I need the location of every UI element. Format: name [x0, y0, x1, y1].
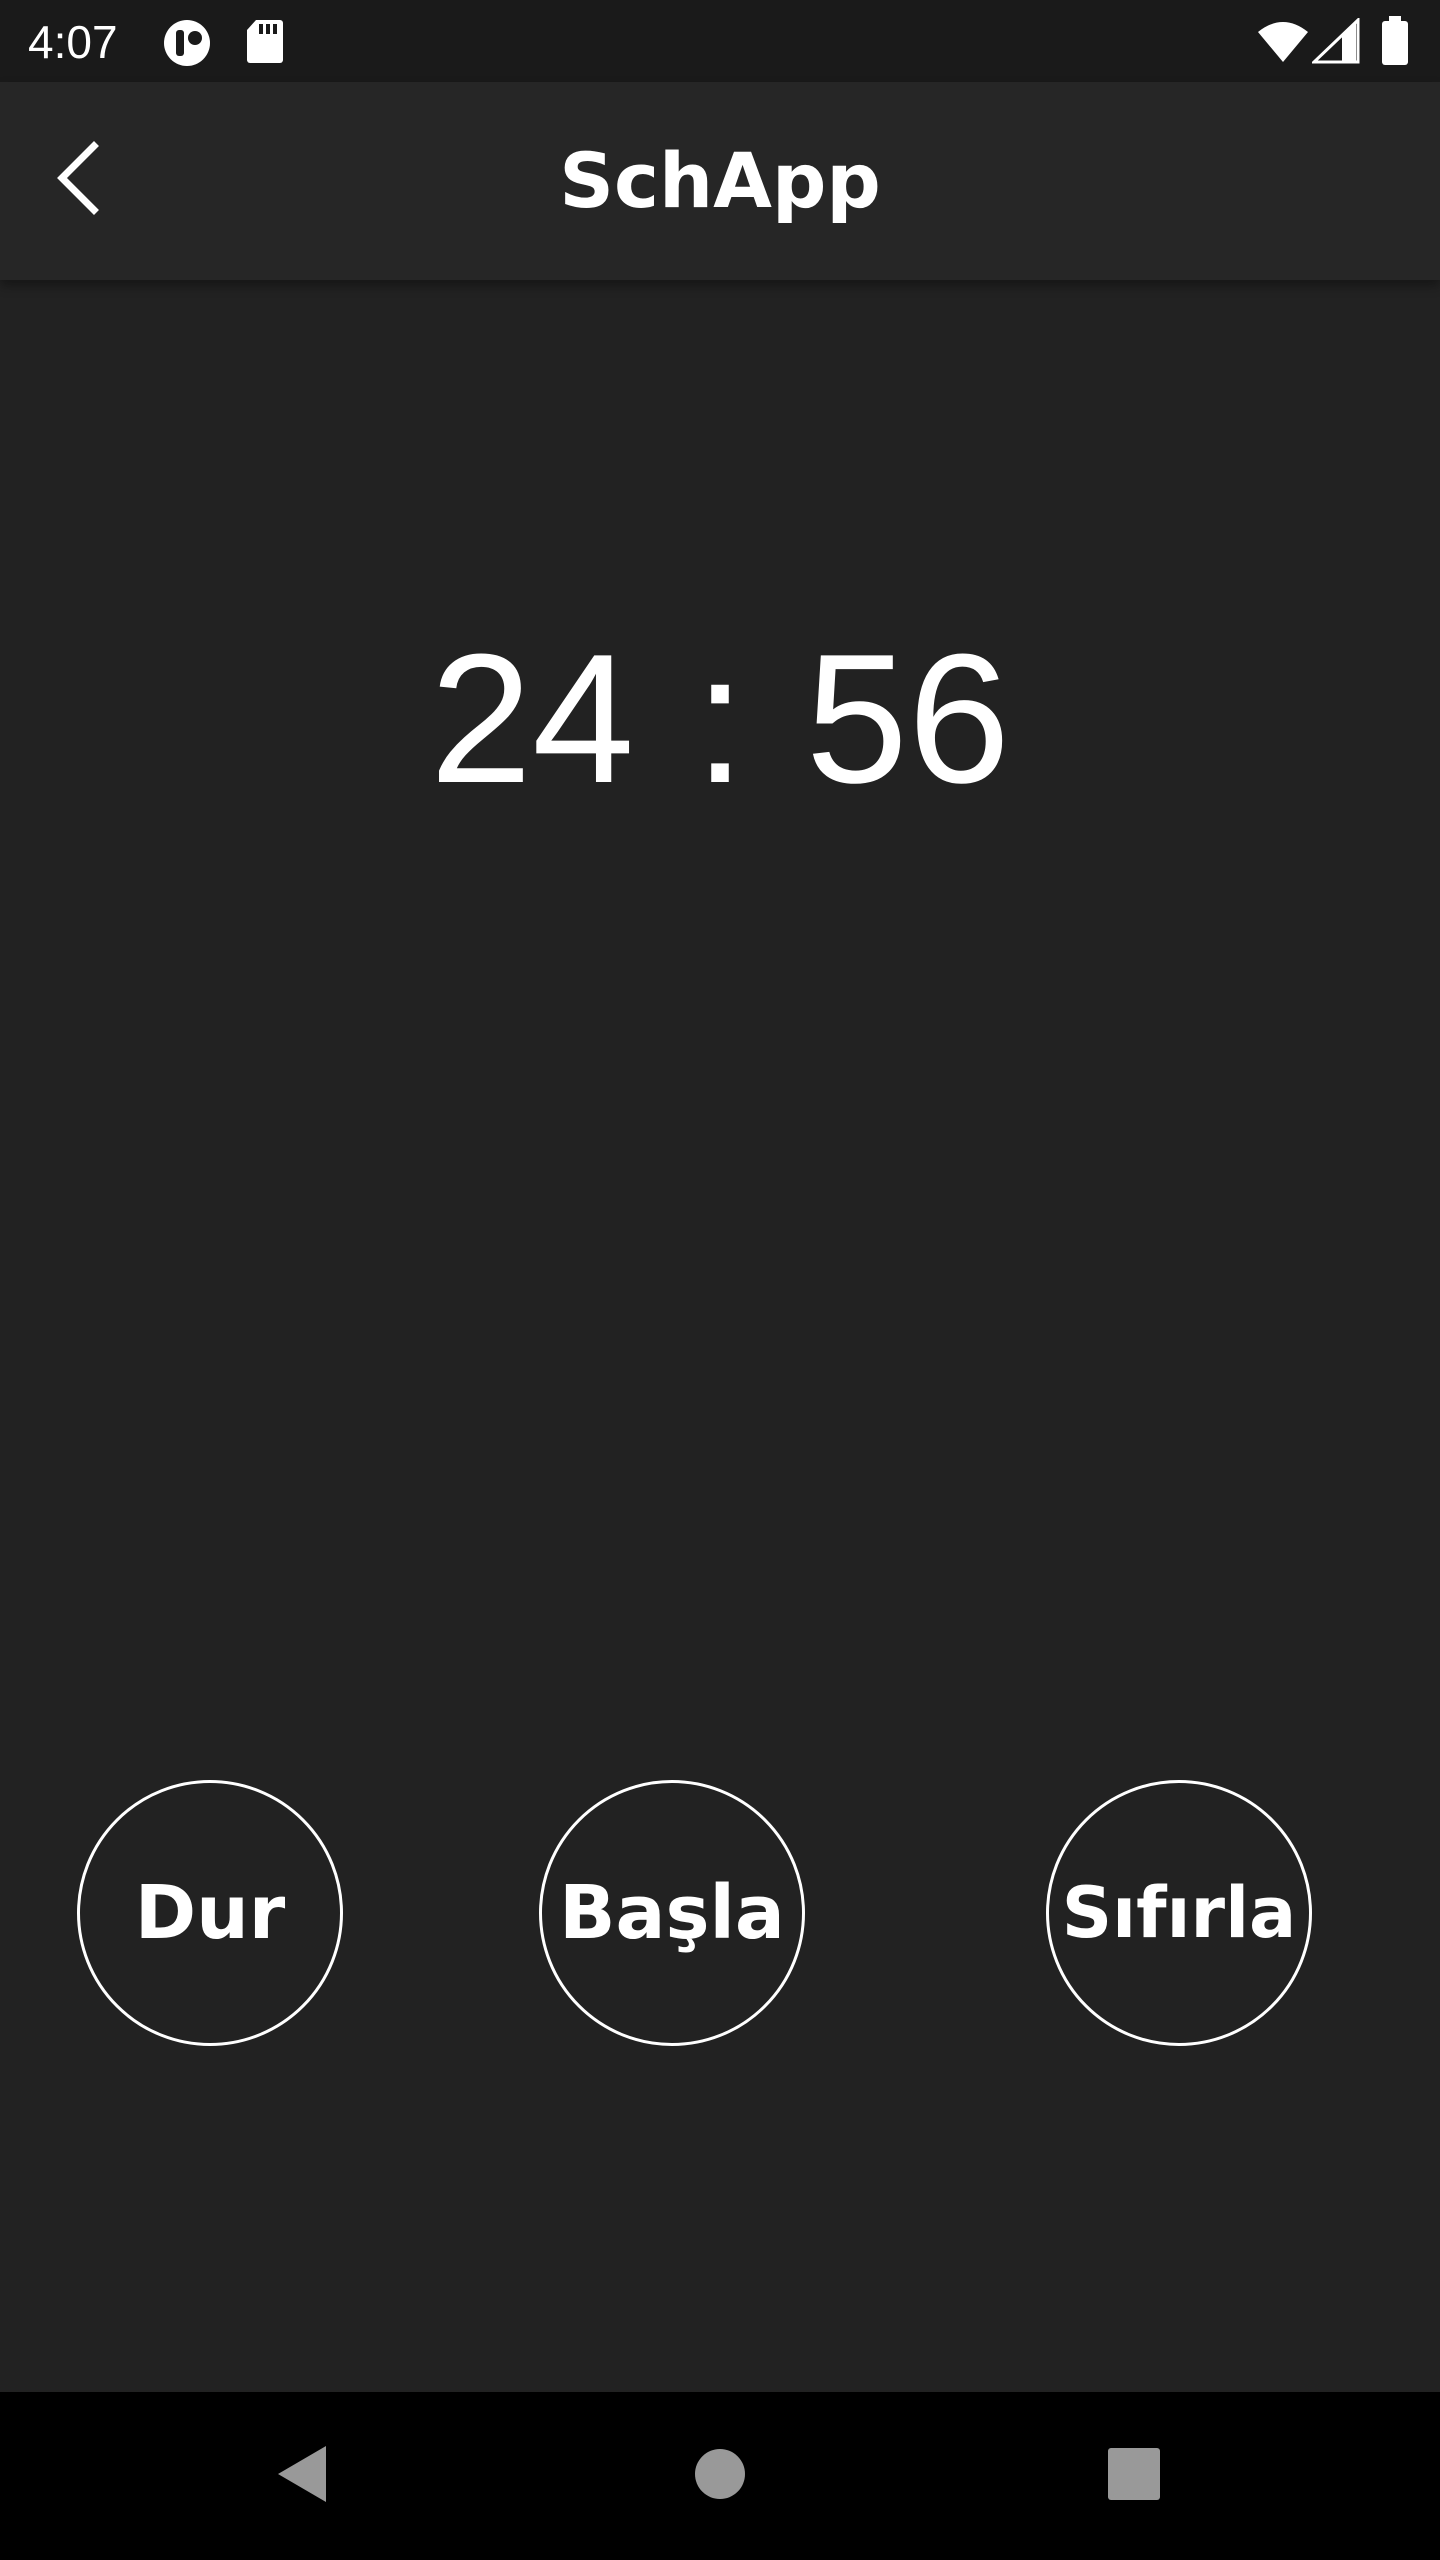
stop-button[interactable]: Dur	[77, 1780, 343, 2046]
start-button[interactable]: Başla	[539, 1780, 805, 2046]
status-time: 4:07	[28, 16, 118, 68]
timer-seconds: 56	[805, 615, 1011, 821]
timer-minutes: 24	[429, 615, 635, 821]
status-bar: 4:07	[0, 0, 1440, 82]
timer-display: 24 : 56	[0, 608, 1440, 828]
app-bar: SchApp	[0, 82, 1440, 280]
battery-icon	[1380, 16, 1410, 70]
timer-separator: :	[694, 615, 746, 821]
home-circle-icon	[694, 2448, 746, 2504]
data-saver-icon	[162, 18, 214, 72]
nav-back-button[interactable]	[218, 2392, 386, 2560]
nav-home-button[interactable]	[636, 2392, 804, 2560]
sd-card-icon	[246, 18, 284, 68]
nav-recents-button[interactable]	[1050, 2392, 1218, 2560]
back-triangle-icon	[274, 2444, 330, 2508]
recents-square-icon	[1107, 2447, 1161, 2505]
signal-icon	[1310, 16, 1360, 68]
system-nav-bar	[0, 2392, 1440, 2560]
timer-screen: 4:07 SchApp 24: 56 Dur Başla Sıfırla	[0, 0, 1440, 2560]
wifi-icon	[1256, 20, 1310, 68]
app-title: SchApp	[559, 136, 881, 225]
reset-button[interactable]: Sıfırla	[1046, 1780, 1312, 2046]
